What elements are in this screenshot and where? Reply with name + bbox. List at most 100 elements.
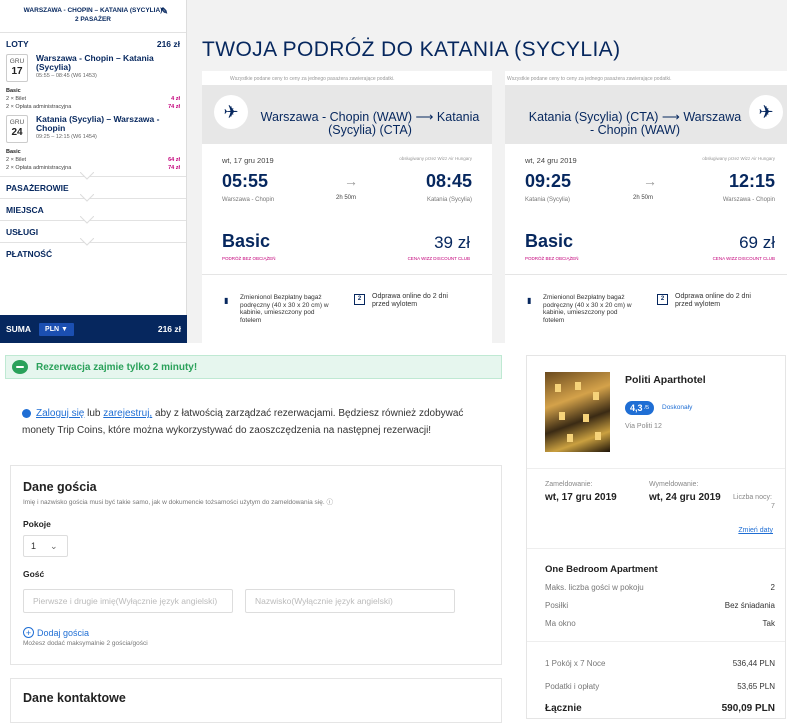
outbound-flight-card: Wszystkie podane ceny to ceny za jednego… [202, 71, 492, 343]
fee-line: 2 × Opłata administracyjna [6, 104, 72, 110]
minus-circle-icon [12, 360, 28, 374]
add-guest-button[interactable]: + Dodaj gościa [23, 627, 489, 638]
price-value: 53,65 PLN [737, 682, 775, 691]
price-note: Wszystkie podane ceny to ceny za jednego… [507, 76, 672, 82]
divider [527, 641, 785, 642]
day: 24 [11, 127, 23, 138]
fare-name: Basic [222, 231, 271, 251]
divider [505, 274, 787, 275]
detail-value: Bez śniadania [724, 601, 775, 610]
card-header: Katania (Sycylia) (CTA) ⟶ Warszawa - Cho… [505, 85, 787, 144]
login-prompt: Zaloguj się lub zarejestruj, aby z łatwo… [22, 405, 492, 439]
checkin-date: wt, 17 gru 2019 [545, 492, 617, 503]
flights-label: LOTY [6, 39, 29, 49]
price-key: 1 Pokój x 7 Noce [545, 659, 606, 668]
price-row: 1 Pokój x 7 Noce 536,44 PLN [545, 659, 775, 668]
fare-name: Basic [6, 149, 21, 155]
calendar-icon: 2 [354, 294, 365, 305]
chevron-down-icon: ⌄ [50, 540, 58, 551]
contact-details-panel: Dane kontaktowe [10, 678, 502, 723]
add-guest-label: Dodaj gościa [37, 628, 90, 638]
divider [202, 274, 492, 275]
or-text: lub [87, 408, 101, 419]
detail-key: Posiłki [545, 601, 569, 610]
sidebar-route[interactable]: WARSZAWA - CHOPIN – KATANIA (SYCYLIA) 2 … [0, 0, 186, 33]
hotel-name[interactable]: Politi Aparthotel [625, 374, 706, 386]
banner-text: Rezerwacja zajmie tylko 2 minuty! [36, 361, 198, 373]
nights-label: Liczba nocy: [733, 494, 772, 501]
register-link[interactable]: zarejestruj, [103, 408, 152, 419]
flight-1-costs: Basic 2 × Bilet 4 zł 2 × Opłata administr… [0, 87, 186, 111]
flight-2-costs: Basic 2 × Bilet 64 zł 2 × Opłata administ… [0, 148, 186, 172]
chevron-down-icon [80, 172, 94, 180]
last-name-input[interactable]: Nazwisko(Wyłącznie język angielski) [245, 589, 455, 613]
departure-time: 09:25 [525, 171, 572, 191]
currency-select[interactable]: PLN ▼ [39, 322, 74, 336]
login-link[interactable]: Zaloguj się [36, 408, 84, 419]
checkout-label: Wymeldowanie: [649, 481, 699, 488]
section-label: USŁUGI [6, 227, 39, 237]
plane-icon: → [344, 173, 358, 189]
detail-value: Tak [762, 619, 775, 628]
route-title: Katania (Sycylia) (CTA) ⟶ Warszawa - Cho… [528, 110, 742, 137]
ticket-line: 2 × Bilet [6, 157, 27, 163]
fee-price: 74 zł [168, 165, 180, 171]
departure-time: 05:55 [222, 171, 269, 191]
fare-price: 69 zł [739, 233, 775, 252]
fare-name: Basic [6, 88, 21, 94]
change-dates-link[interactable]: Zmień daty [738, 527, 773, 534]
discount-club-label: CENA WIZZ DISCOUNT CLUB [407, 256, 470, 261]
departure-airport: Warszawa - Chopin [222, 197, 275, 203]
rating-max: /5 [644, 405, 650, 411]
flight-date-badge: GRU 17 [6, 54, 28, 82]
cabin-bag-icon: ▮ [527, 296, 532, 305]
sum-total: 216 zł [157, 324, 181, 334]
first-name-input[interactable]: Pierwsze i drugie imię(Wyłącznie język a… [23, 589, 233, 613]
nights-value: 7 [771, 503, 775, 510]
fare-price: 39 zł [434, 233, 470, 252]
return-flight-card: Wszystkie podane ceny to ceny za jednego… [505, 71, 787, 343]
hotel-summary-card: Politi Aparthotel 4,3/5 Doskonały Via Po… [526, 355, 786, 719]
room-name: One Bedroom Apartment [545, 564, 658, 575]
fare-name: Basic [525, 231, 574, 251]
page-title: TWOJA PODRÓŻ DO KATANIA (SYCYLIA) [202, 38, 621, 61]
plane-icon: → [643, 173, 657, 189]
total-value: 590,09 PLN [721, 703, 775, 714]
plus-icon: + [23, 627, 34, 638]
rating-value: 4,3 [630, 403, 643, 413]
plane-departure-icon: ✈ [214, 95, 248, 129]
operator: obsługiwany przez Wizz Air Hungary [399, 156, 472, 161]
plane-arrival-icon: ✈ [749, 95, 783, 129]
ticket-line: 2 × Bilet [6, 96, 27, 102]
duration: 2h 50m [336, 195, 357, 201]
time-banner: Rezerwacja zajmie tylko 2 minuty! [5, 355, 502, 379]
checkin-text: Odprawa online do 2 dni przed wylotem [372, 293, 448, 308]
checkin-label: Zameldowanie: [545, 481, 593, 488]
arrival-time: 12:15 [728, 171, 775, 191]
departure-airport: Katania (Sycylia) [525, 197, 571, 203]
arrival-time: 08:45 [425, 171, 472, 191]
chevron-down-icon [80, 216, 94, 224]
add-guest-note: Możesz dodać maksymalnie 2 gościa/gości [23, 640, 148, 647]
rooms-value: 1 [31, 541, 37, 551]
hotel-photo[interactable] [545, 372, 610, 452]
checkin-text: Odprawa online do 2 dni przed wylotem [675, 293, 751, 308]
flight-name: Katania (Sycylia) – Warszawa - Chopin [36, 114, 160, 133]
pencil-icon[interactable]: ✎ [160, 7, 168, 16]
flights-header: LOTY 216 zł [0, 39, 186, 49]
detail-value: 2 [770, 583, 775, 592]
flight-name: Warszawa - Chopin – Katania (Sycylia) [36, 53, 154, 72]
price-row: Podatki i opłaty 53,65 PLN [545, 682, 775, 691]
chevron-down-icon [80, 238, 94, 246]
ticket-price: 64 zł [168, 157, 180, 163]
duration: 2h 50m [633, 195, 654, 201]
detail-row: Maks. liczba gości w pokoju 2 [545, 583, 775, 592]
section-payment[interactable]: PŁATNOŚĆ [0, 238, 186, 264]
fee-price: 74 zł [168, 104, 180, 110]
detail-key: Maks. liczba gości w pokoju [545, 583, 644, 592]
hotel-booking-section: Rezerwacja zajmie tylko 2 minuty! Zalogu… [0, 343, 787, 723]
arrival-airport: Warszawa - Chopin [722, 197, 775, 203]
guest-details-panel: Dane gościa Imię i nazwisko gościa musi … [10, 465, 502, 665]
sum-label: SUMA [6, 324, 32, 334]
rooms-select[interactable]: 1 ⌄ [23, 535, 68, 557]
